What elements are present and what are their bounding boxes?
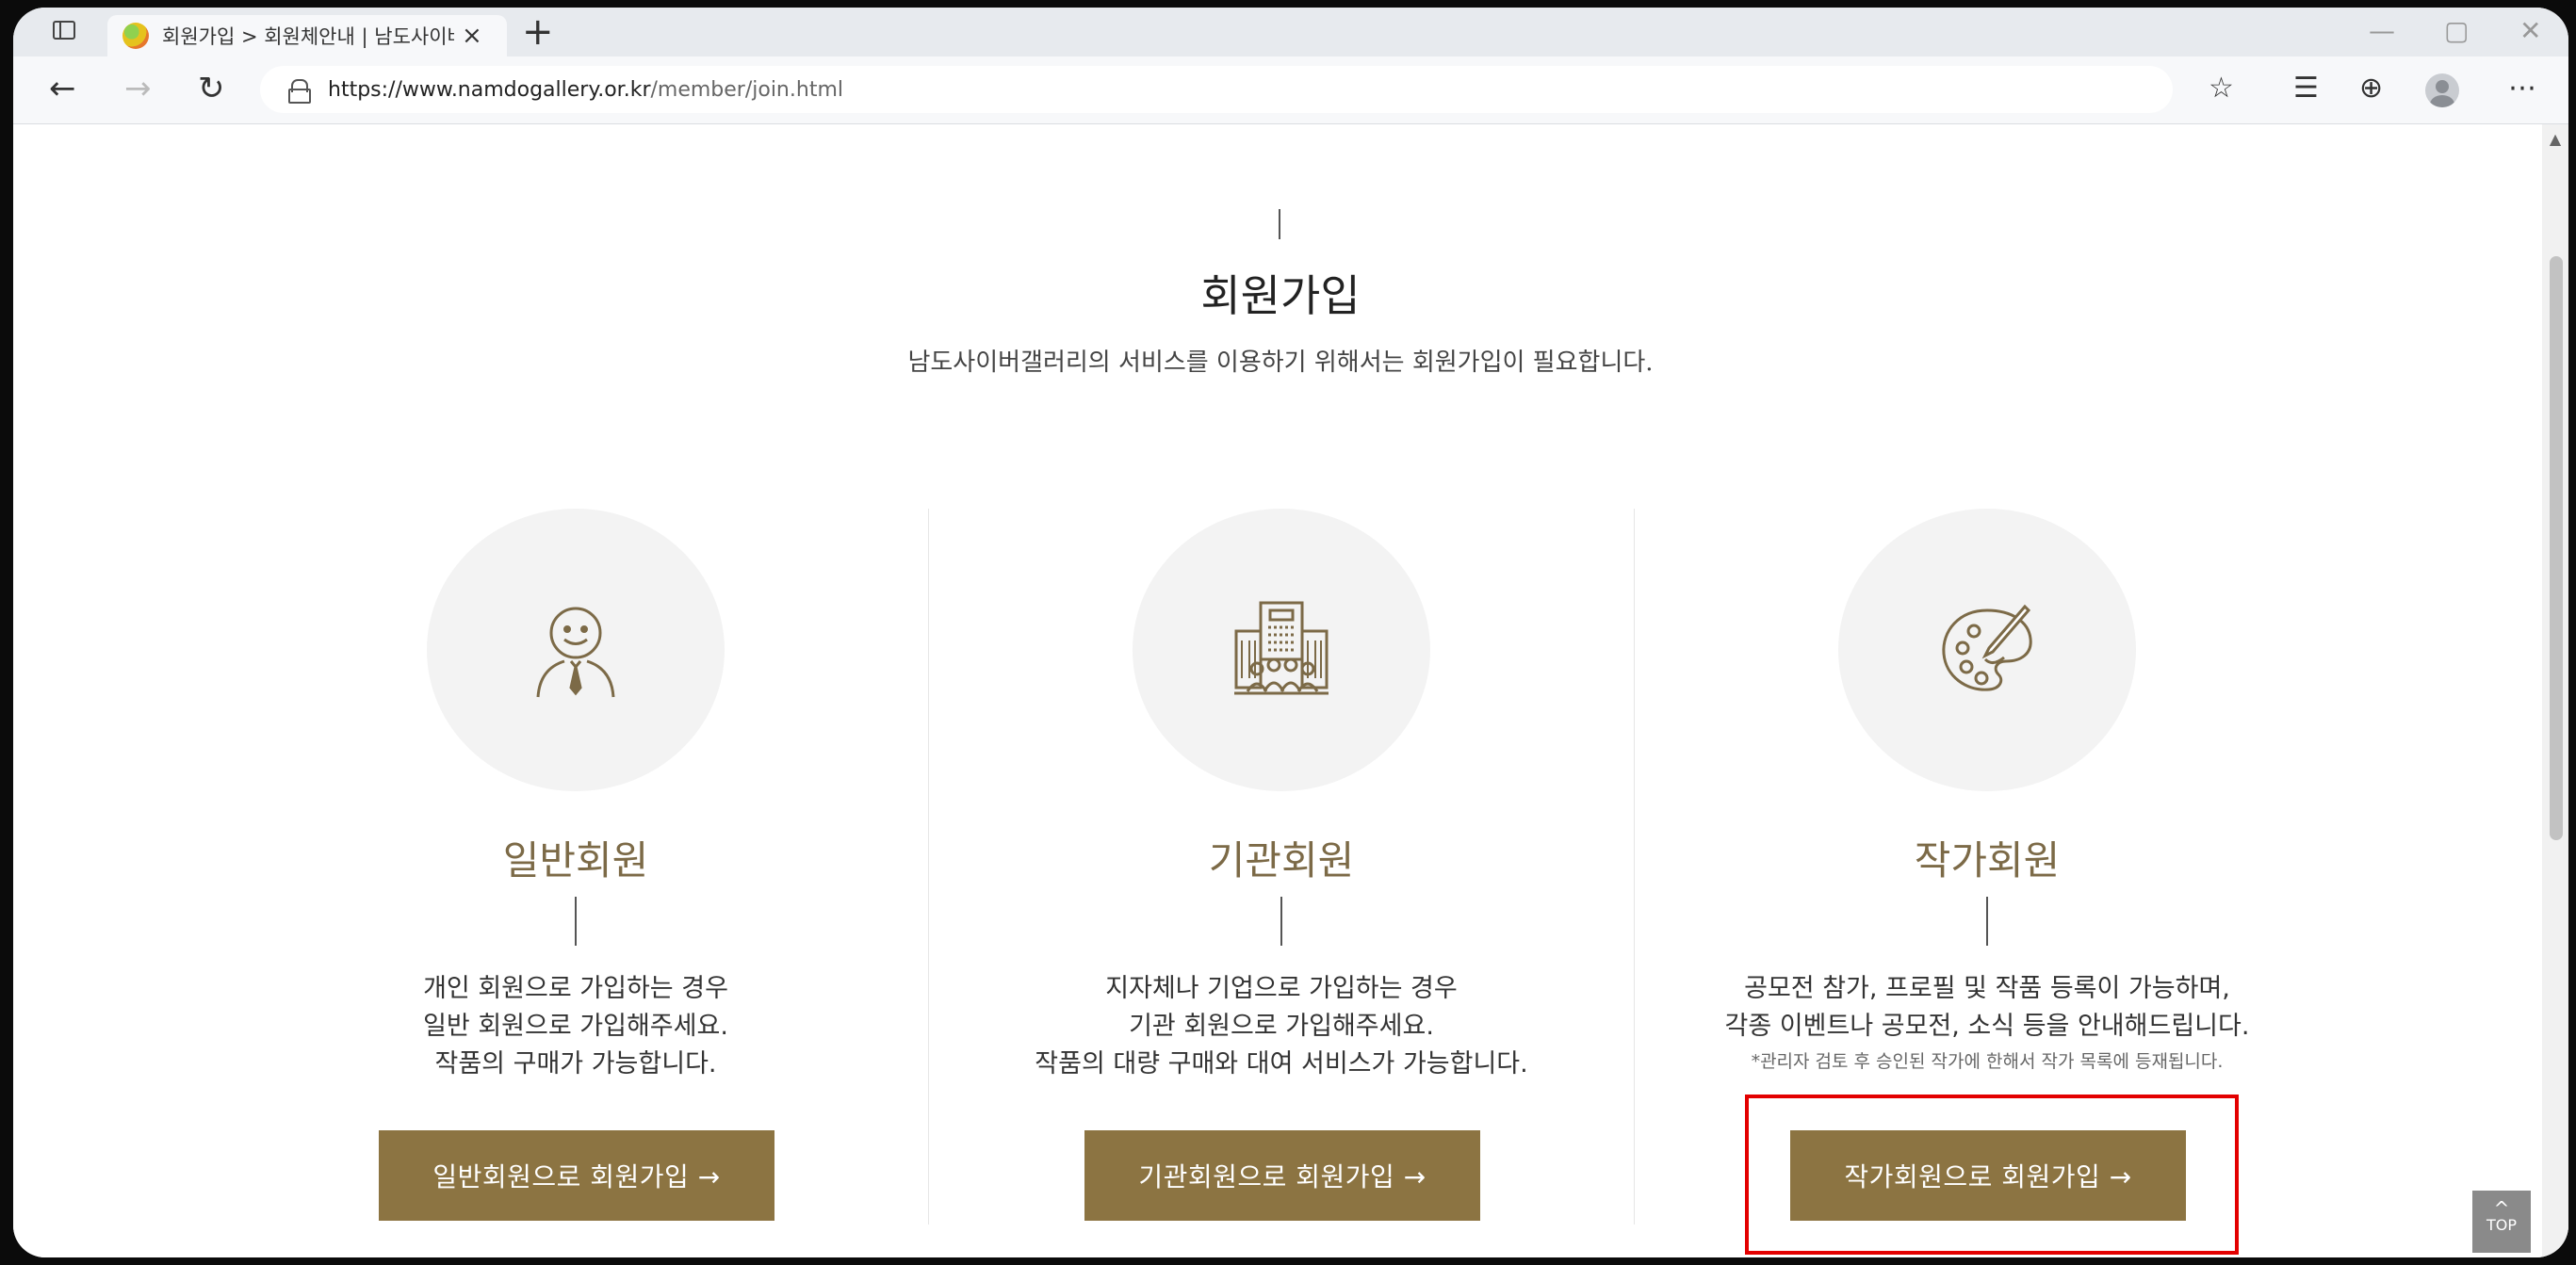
card-title: 작가회원 — [1914, 837, 2061, 884]
card-description: 공모전 참가, 프로필 및 작품 등록이 가능하며, 각종 이벤트나 공모전, … — [1634, 970, 2340, 1078]
tab-strip: 회원가입 > 회원체안내 | 남도사이버갤러리 × + — ▢ ✕ — [13, 8, 2568, 57]
browser-window: 회원가입 > 회원체안내 | 남도사이버갤러리 × + — ▢ ✕ ← → ↻ … — [13, 8, 2568, 1257]
card-icon-circle — [1133, 509, 1430, 791]
card-institution-member: 기관회원 지자체나 기업으로 가입하는 경우 기관 회원으로 가입해주세요. 작… — [928, 509, 1635, 1257]
card-desc-line: 지자체나 기업으로 가입하는 경우 — [1105, 974, 1458, 1003]
top-label: TOP — [2486, 1216, 2517, 1234]
site-favicon-icon — [122, 23, 149, 49]
close-window-icon[interactable]: ✕ — [2519, 15, 2541, 46]
scroll-up-icon[interactable]: ▲ — [2542, 130, 2568, 148]
tab-close-icon[interactable]: × — [462, 22, 482, 50]
collections-icon[interactable]: ⊕ — [2359, 70, 2383, 107]
card-icon-circle — [427, 509, 725, 791]
url-host: https://www.namdogallery.or.kr — [328, 77, 651, 102]
card-note: *관리자 검토 후 승인된 작가에 한해서 작가 목록에 등재됩니다. — [1751, 1051, 2224, 1072]
browser-tab[interactable]: 회원가입 > 회원체안내 | 남도사이버갤러리 × — [107, 15, 507, 57]
palette-brush-icon — [1942, 604, 2032, 691]
page-scrollbar[interactable]: ▲ — [2542, 124, 2568, 1257]
card-divider-line — [575, 897, 577, 946]
card-desc-line: 일반 회원으로 가입해주세요. — [423, 1012, 728, 1041]
url-text: https://www.namdogallery.or.kr/member/jo… — [328, 78, 843, 102]
card-desc-line: 작품의 대량 구매와 대여 서비스가 가능합니다. — [1035, 1049, 1528, 1078]
join-institution-button[interactable]: 기관회원으로 회원가입 → — [1084, 1130, 1480, 1221]
card-title: 일반회원 — [502, 837, 649, 884]
favorites-icon[interactable]: ☰ — [2293, 70, 2319, 107]
person-tie-icon — [536, 607, 615, 698]
card-desc-line: 기관 회원으로 가입해주세요. — [1129, 1012, 1434, 1041]
page-subtitle: 남도사이버갤러리의 서비스를 이용하기 위해서는 회원가입이 필요합니다. — [907, 349, 1654, 377]
card-general-member: 일반회원 개인 회원으로 가입하는 경우 일반 회원으로 가입해주세요. 작품의… — [222, 509, 929, 1257]
card-desc-line: 공모전 참가, 프로필 및 작품 등록이 가능하며, — [1744, 974, 2230, 1003]
card-desc-line: 개인 회원으로 가입하는 경우 — [423, 974, 728, 1003]
page-content: 회원가입 남도사이버갤러리의 서비스를 이용하기 위해서는 회원가입이 필요합니… — [13, 124, 2568, 1257]
join-general-button[interactable]: 일반회원으로 회원가입 → — [379, 1130, 774, 1221]
address-bar[interactable]: https://www.namdogallery.or.kr/member/jo… — [260, 66, 2173, 113]
card-title: 기관회원 — [1208, 837, 1355, 884]
back-icon[interactable]: ← — [49, 68, 76, 109]
tab-actions-icon[interactable] — [45, 13, 83, 47]
title-divider-line — [1279, 209, 1280, 239]
building-people-icon — [1234, 601, 1329, 695]
card-desc-line: 각종 이벤트나 공모전, 소식 등을 안내해드립니다. — [1724, 1012, 2250, 1041]
card-icon-circle — [1838, 509, 2136, 791]
card-description: 지자체나 기업으로 가입하는 경우 기관 회원으로 가입해주세요. 작품의 대량… — [928, 970, 1635, 1083]
card-description: 개인 회원으로 가입하는 경우 일반 회원으로 가입해주세요. 작품의 구매가 … — [222, 970, 929, 1083]
card-desc-line: 작품의 구매가 가능합니다. — [434, 1049, 717, 1078]
restore-icon[interactable]: ▢ — [2444, 15, 2469, 46]
back-to-top-button[interactable]: ^ TOP — [2472, 1191, 2531, 1253]
more-icon[interactable]: ⋯ — [2508, 70, 2536, 107]
browser-toolbar: ← → ↻ https://www.namdogallery.or.kr/mem… — [13, 57, 2568, 124]
chevron-up-icon: ^ — [2493, 1197, 2510, 1220]
tab-title: 회원가입 > 회원체안내 | 남도사이버갤러리 — [162, 25, 454, 48]
forward-icon[interactable]: → — [124, 68, 152, 109]
card-divider-line — [1280, 897, 1282, 946]
new-tab-icon[interactable]: + — [522, 13, 554, 51]
page-title: 회원가입 — [1200, 270, 1361, 321]
url-path: /member/join.html — [650, 77, 843, 102]
highlight-box — [1745, 1095, 2239, 1255]
minimize-icon[interactable]: — — [2369, 15, 2395, 46]
refresh-icon[interactable]: ↻ — [198, 68, 225, 109]
lock-icon[interactable] — [288, 79, 311, 104]
scroll-thumb[interactable] — [2550, 256, 2563, 840]
card-divider-line — [1986, 897, 1988, 946]
profile-icon[interactable] — [2425, 73, 2459, 107]
favorites-add-icon[interactable]: ☆ — [2209, 70, 2234, 107]
